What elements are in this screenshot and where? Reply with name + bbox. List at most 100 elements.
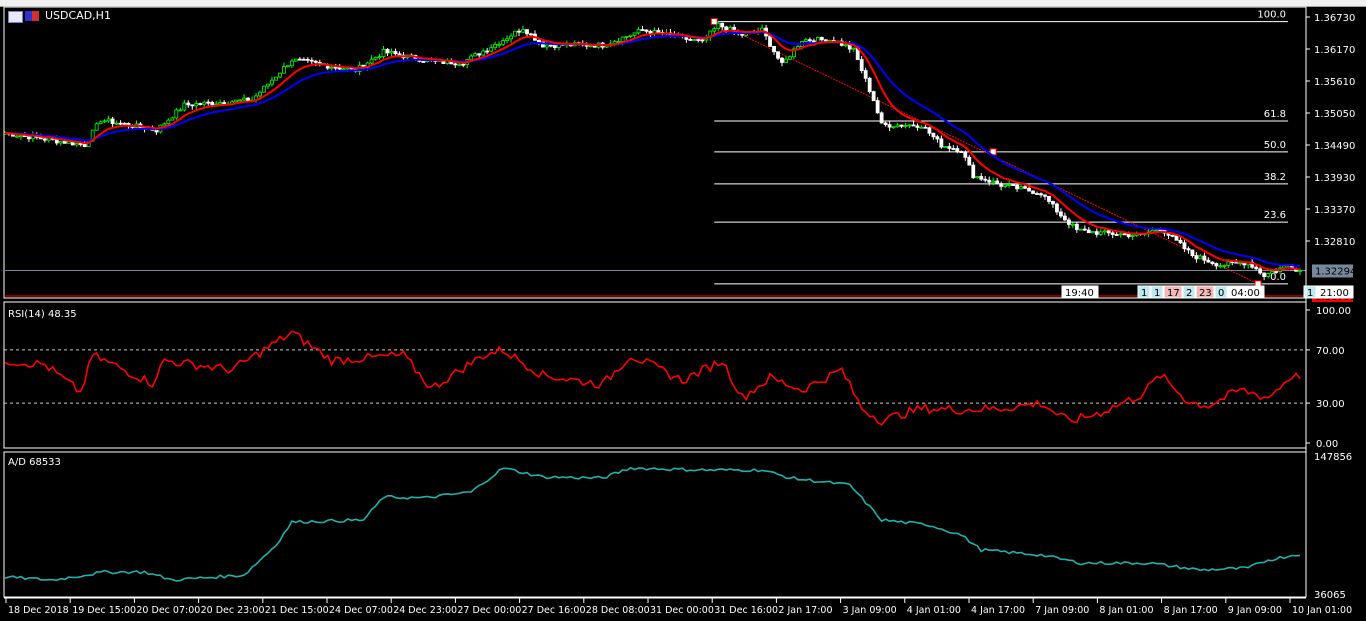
price-axis-label: 1.34490 [1314, 141, 1355, 152]
candle-bull [166, 119, 171, 125]
candle-bear [198, 103, 203, 105]
candle-bear [1106, 230, 1111, 234]
candle-bear [656, 30, 661, 33]
time-marker: 19:40 [1061, 285, 1099, 299]
candle-bull [788, 56, 792, 60]
candle-bear [644, 29, 649, 32]
candle-bear [995, 180, 1000, 185]
candle-bear [333, 66, 338, 69]
candle-bull [1218, 265, 1223, 268]
candle-bull [1154, 229, 1159, 232]
time-axis-label: 7 Jan 09:00 [1035, 605, 1089, 616]
chart-title: USDCAD,H1 [45, 9, 111, 22]
candle-bull [381, 48, 386, 57]
candle-bear [1011, 184, 1016, 187]
candle-bull [457, 63, 462, 66]
time-marker: 04:00 [1227, 285, 1265, 299]
candle-bull [182, 102, 187, 111]
candle-bull [895, 124, 900, 128]
rsi-axis-label: 30.00 [1316, 399, 1345, 410]
candle-bear [305, 58, 310, 61]
candle-bear [947, 146, 952, 149]
time-marker: 2 [1182, 285, 1196, 299]
candle-bear [999, 183, 1004, 187]
price-axis-label: 1.35050 [1314, 109, 1355, 120]
candle-bull [628, 34, 633, 37]
time-axis-label: 24 Dec 23:00 [393, 605, 457, 616]
candle-bull [66, 141, 71, 144]
candle-bear [1051, 201, 1055, 205]
candle-bull [15, 135, 19, 138]
candle-bear [983, 178, 988, 181]
candle-bull [891, 126, 896, 129]
candle-bear [1122, 233, 1127, 236]
candle-bear [911, 124, 916, 127]
candle-bear [768, 35, 772, 47]
candle-bull [234, 99, 239, 103]
time-axis-label: 9 Jan 09:00 [1228, 605, 1282, 616]
main-panel-frame [3, 6, 1307, 299]
candle-bull [1198, 255, 1203, 260]
candle-bear [1023, 186, 1027, 189]
candle-bear [122, 122, 127, 125]
candle-bear [1174, 235, 1179, 241]
time-marker: 17 [1163, 285, 1183, 299]
candle-bull [493, 43, 498, 49]
candle-bull [98, 121, 103, 125]
candle-bear [899, 124, 904, 127]
candle-bear [118, 122, 123, 125]
candle-bull [242, 97, 246, 101]
candle-bull [588, 45, 593, 48]
candle-bear [859, 59, 864, 71]
candle-bear [313, 60, 318, 63]
candle-bull [19, 135, 23, 138]
candle-bull [501, 40, 505, 45]
candle-bear [78, 143, 83, 145]
candle-bear [1059, 211, 1063, 217]
time-marker-label: 21:00 [1320, 288, 1349, 299]
price-axis-label: 1.36730 [1314, 13, 1355, 24]
candle-bull [632, 32, 637, 36]
candle-bear [1126, 233, 1131, 237]
candle-bear [461, 63, 466, 66]
candle-bull [1007, 184, 1012, 187]
candle-bull [943, 146, 948, 148]
time-axis-label: 27 Dec 00:00 [457, 605, 521, 616]
chart-canvas[interactable]: 1.36730 1.36170 1.35610 1.35050 1.34490 1.339… [0, 0, 1366, 621]
candle-bear [222, 102, 227, 105]
candle-bear [529, 33, 533, 36]
candle-bear [696, 39, 701, 41]
candle-bull [389, 51, 394, 54]
candle-bull [293, 58, 298, 62]
candle-bull [716, 22, 721, 29]
candle-bull [258, 91, 262, 97]
candle-bear [951, 148, 956, 150]
candle-bull [1266, 273, 1271, 277]
chart-save-icon[interactable] [25, 11, 39, 21]
candle-bear [1094, 231, 1099, 235]
candle-bull [975, 176, 980, 179]
candle-bull [341, 68, 346, 71]
candle-bear [154, 129, 159, 133]
candle-bull [804, 39, 808, 42]
bid-price-label: 1.32294 [1315, 266, 1356, 277]
time-marker: 1 [1137, 285, 1151, 299]
candle-bear [871, 91, 876, 102]
candle-bear [967, 156, 972, 166]
candle-bull [202, 101, 207, 105]
candle-bear [1206, 259, 1211, 263]
time-marker-label: 0 [1218, 288, 1224, 299]
fib-level-label: 38.2 [1264, 172, 1286, 183]
candle-bull [1070, 223, 1075, 226]
rsi-axis-label: 0.00 [1316, 439, 1338, 450]
candle-bull [1130, 234, 1135, 237]
candle-bull [509, 35, 513, 40]
time-marker-label: 19:40 [1065, 288, 1094, 299]
time-marker-label: 1 [1307, 288, 1313, 299]
candle-bull [178, 109, 183, 112]
candle-bear [517, 30, 521, 33]
fib-level-label: 23.6 [1264, 210, 1286, 221]
chart-menu-icon[interactable] [8, 11, 23, 23]
candle-bull [521, 29, 525, 33]
ad-axis-min: 36065 [1314, 590, 1346, 601]
